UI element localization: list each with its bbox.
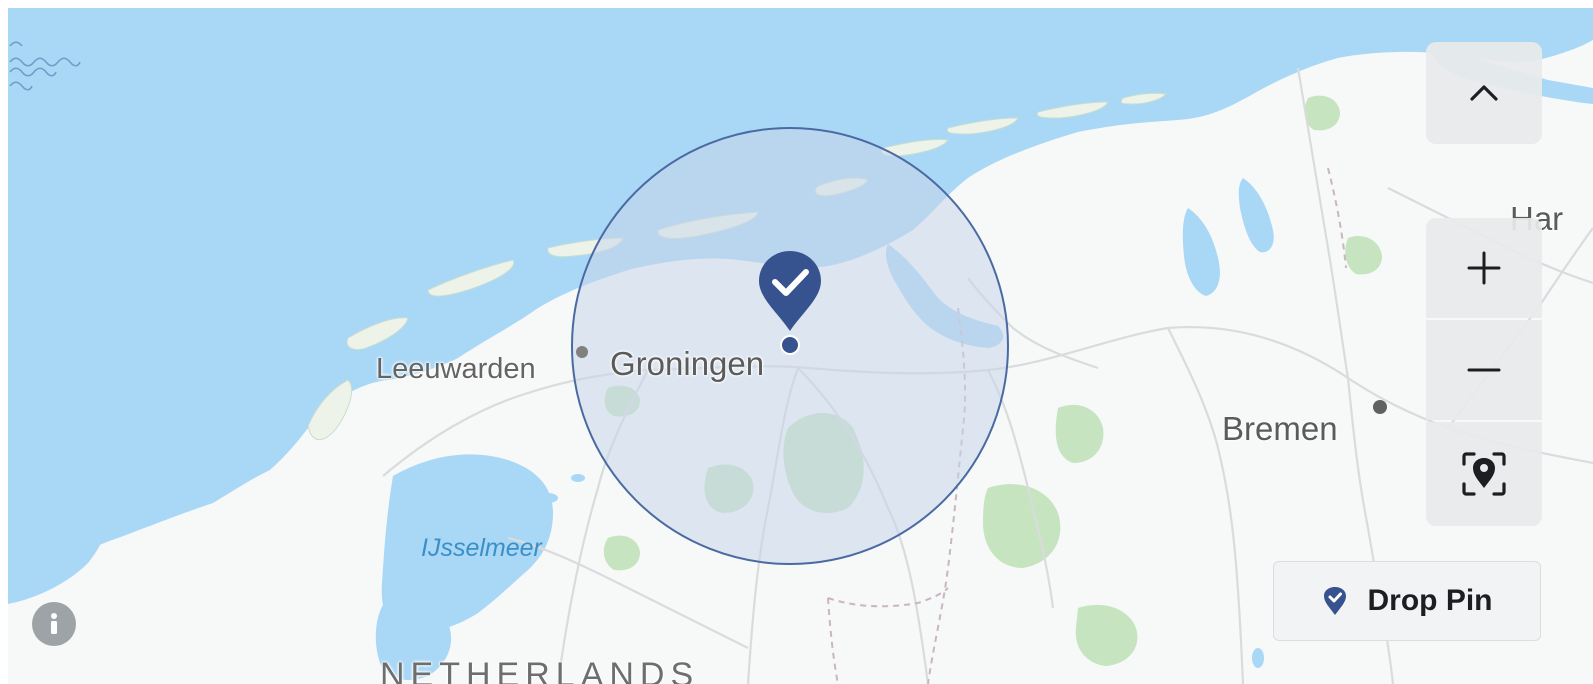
drop-pin-label: Drop Pin	[1367, 584, 1493, 617]
zoom-out-button[interactable]	[1426, 320, 1542, 420]
zoom-in-button[interactable]	[1426, 218, 1542, 318]
leeuwarden-dot	[576, 346, 588, 358]
label-groningen: Groningen	[610, 345, 765, 382]
recenter-button[interactable]	[1426, 422, 1542, 526]
info-icon	[51, 613, 57, 634]
minus-icon	[1467, 368, 1501, 372]
check-pin-icon	[1323, 587, 1346, 615]
locate-pin-icon	[1462, 452, 1506, 496]
chevron-up-icon	[1470, 85, 1498, 101]
label-bremen: Bremen	[1222, 410, 1338, 447]
label-leeuwarden: Leeuwarden	[376, 353, 536, 385]
info-button[interactable]	[32, 602, 76, 646]
drop-pin-button[interactable]: Drop Pin	[1273, 561, 1541, 641]
map-view[interactable]: Leeuwarden Groningen Bremen Har IJsselme…	[8, 8, 1593, 684]
collapse-button[interactable]	[1426, 42, 1542, 144]
label-country: NETHERLANDS	[380, 656, 700, 684]
label-ijsselmeer: IJsselmeer	[421, 534, 542, 562]
bremen-dot	[1373, 400, 1387, 414]
plus-icon	[1467, 251, 1501, 285]
